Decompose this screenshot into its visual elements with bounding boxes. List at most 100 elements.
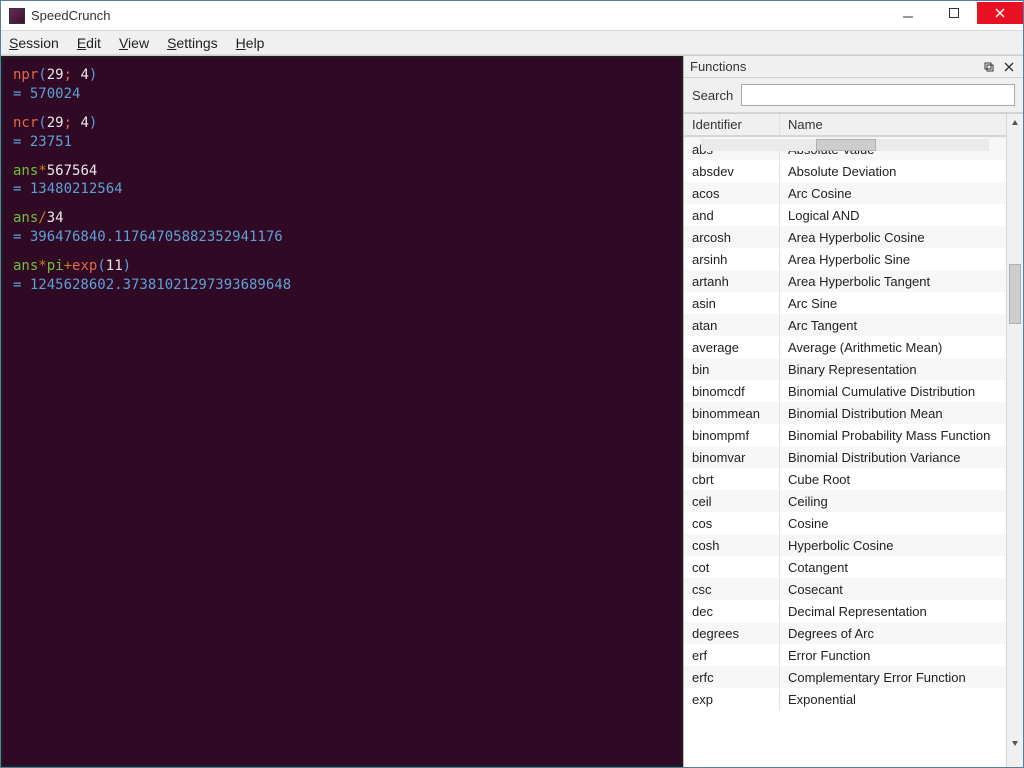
table-row[interactable]: ceilCeiling — [684, 490, 1006, 512]
expression[interactable]: ncr(29; 4) — [13, 114, 671, 133]
maximize-button[interactable] — [931, 2, 977, 24]
table-row[interactable]: binomvarBinomial Distribution Variance — [684, 446, 1006, 468]
column-name[interactable]: Name — [780, 114, 1006, 135]
expression[interactable]: ans/34 — [13, 209, 671, 228]
console-entry[interactable]: ans*pi+exp(11)= 1245628602.3738102129739… — [13, 257, 671, 295]
fn-identifier: cosh — [684, 535, 780, 556]
scroll-up-icon[interactable] — [1007, 114, 1023, 131]
expression[interactable]: npr(29; 4) — [13, 66, 671, 85]
fn-name: Ceiling — [780, 491, 1006, 512]
table-row[interactable]: absdevAbsolute Deviation — [684, 160, 1006, 182]
table-header[interactable]: Identifier Name — [684, 114, 1006, 136]
vertical-scrollbar[interactable] — [1006, 114, 1023, 767]
fn-name: Hyperbolic Cosine — [780, 535, 1006, 556]
expression[interactable]: ans*567564 — [13, 162, 671, 181]
fn-name: Binomial Cumulative Distribution — [780, 381, 1006, 402]
panel-search: Search — [684, 78, 1023, 113]
table-row[interactable]: coshHyperbolic Cosine — [684, 534, 1006, 556]
fn-name: Degrees of Arc — [780, 623, 1006, 644]
fn-name: Cosine — [780, 513, 1006, 534]
undock-icon[interactable] — [981, 59, 997, 75]
close-button[interactable] — [977, 2, 1023, 24]
table-row[interactable]: binomcdfBinomial Cumulative Distribution — [684, 380, 1006, 402]
console-entry[interactable]: ans*567564= 13480212564 — [13, 162, 671, 200]
minimize-button[interactable] — [885, 2, 931, 24]
fn-identifier: acos — [684, 183, 780, 204]
result[interactable]: = 570024 — [13, 85, 671, 104]
fn-name: Exponential — [780, 689, 1006, 710]
fn-identifier: bin — [684, 359, 780, 380]
table-row[interactable]: expExponential — [684, 688, 1006, 710]
search-input[interactable] — [741, 84, 1015, 106]
fn-identifier: arcosh — [684, 227, 780, 248]
table-row[interactable]: cotCotangent — [684, 556, 1006, 578]
menu-session[interactable]: Session — [9, 35, 59, 51]
table-row[interactable]: averageAverage (Arithmetic Mean) — [684, 336, 1006, 358]
fn-identifier: and — [684, 205, 780, 226]
table-row[interactable]: cbrtCube Root — [684, 468, 1006, 490]
expression[interactable]: ans*pi+exp(11) — [13, 257, 671, 276]
table-row[interactable]: erfError Function — [684, 644, 1006, 666]
window-title: SpeedCrunch — [31, 8, 111, 23]
console[interactable]: npr(29; 4)= 570024 ncr(29; 4)= 23751 ans*5… — [1, 56, 683, 767]
fn-name: Binary Representation — [780, 359, 1006, 380]
fn-name: Arc Tangent — [780, 315, 1006, 336]
console-entry[interactable]: ans/34= 396476840.11764705882352941176 — [13, 209, 671, 247]
fn-identifier: asin — [684, 293, 780, 314]
fn-name: Binomial Probability Mass Function — [780, 425, 1006, 446]
fn-identifier: average — [684, 337, 780, 358]
table-row[interactable]: erfcComplementary Error Function — [684, 666, 1006, 688]
fn-name: Binomial Distribution Variance — [780, 447, 1006, 468]
result[interactable]: = 23751 — [13, 133, 671, 152]
fn-name: Arc Sine — [780, 293, 1006, 314]
fn-identifier: erf — [684, 645, 780, 666]
horizontal-scrollbar[interactable]: ❮ ❯ — [684, 136, 1006, 152]
result[interactable]: = 13480212564 — [13, 180, 671, 199]
table-row[interactable]: artanhArea Hyperbolic Tangent — [684, 270, 1006, 292]
fn-identifier: absdev — [684, 161, 780, 182]
panel-close-icon[interactable] — [1001, 59, 1017, 75]
table-row[interactable]: binommeanBinomial Distribution Mean — [684, 402, 1006, 424]
fn-identifier: binompmf — [684, 425, 780, 446]
fn-name: Average (Arithmetic Mean) — [780, 337, 1006, 358]
hscroll-thumb[interactable] — [816, 139, 876, 151]
panel-title: Functions — [690, 59, 746, 74]
scroll-down-icon[interactable] — [1007, 734, 1023, 751]
fn-identifier: arsinh — [684, 249, 780, 270]
menu-settings[interactable]: Settings — [167, 35, 218, 51]
fn-name: Binomial Distribution Mean — [780, 403, 1006, 424]
fn-identifier: cbrt — [684, 469, 780, 490]
vscroll-thumb[interactable] — [1009, 264, 1021, 324]
table-row[interactable]: arsinhArea Hyperbolic Sine — [684, 248, 1006, 270]
menu-edit[interactable]: Edit — [77, 35, 101, 51]
fn-identifier: ceil — [684, 491, 780, 512]
table-row[interactable]: asinArc Sine — [684, 292, 1006, 314]
fn-name: Decimal Representation — [780, 601, 1006, 622]
table-row[interactable]: cscCosecant — [684, 578, 1006, 600]
column-identifier[interactable]: Identifier — [684, 114, 780, 135]
table-row[interactable]: arcoshArea Hyperbolic Cosine — [684, 226, 1006, 248]
menu-view[interactable]: View — [119, 35, 149, 51]
table-row[interactable]: degreesDegrees of Arc — [684, 622, 1006, 644]
table-row[interactable]: acosArc Cosine — [684, 182, 1006, 204]
fn-name: Arc Cosine — [780, 183, 1006, 204]
console-entry[interactable]: npr(29; 4)= 570024 — [13, 66, 671, 104]
fn-identifier: artanh — [684, 271, 780, 292]
app-window: SpeedCrunch SessionEditViewSettingsHelp … — [0, 0, 1024, 768]
table-row[interactable]: decDecimal Representation — [684, 600, 1006, 622]
fn-identifier: atan — [684, 315, 780, 336]
table-row[interactable]: atanArc Tangent — [684, 314, 1006, 336]
table-row[interactable]: cosCosine — [684, 512, 1006, 534]
result[interactable]: = 1245628602.37381021297393689648 — [13, 276, 671, 295]
table-row[interactable]: binompmfBinomial Probability Mass Functi… — [684, 424, 1006, 446]
menu-help[interactable]: Help — [236, 35, 265, 51]
result[interactable]: = 396476840.11764705882352941176 — [13, 228, 671, 247]
table-row[interactable]: andLogical AND — [684, 204, 1006, 226]
fn-identifier: binomvar — [684, 447, 780, 468]
main-area: npr(29; 4)= 570024 ncr(29; 4)= 23751 ans*5… — [1, 55, 1023, 767]
console-entry[interactable]: ncr(29; 4)= 23751 — [13, 114, 671, 152]
fn-identifier: erfc — [684, 667, 780, 688]
fn-identifier: cot — [684, 557, 780, 578]
fn-name: Area Hyperbolic Cosine — [780, 227, 1006, 248]
table-row[interactable]: binBinary Representation — [684, 358, 1006, 380]
